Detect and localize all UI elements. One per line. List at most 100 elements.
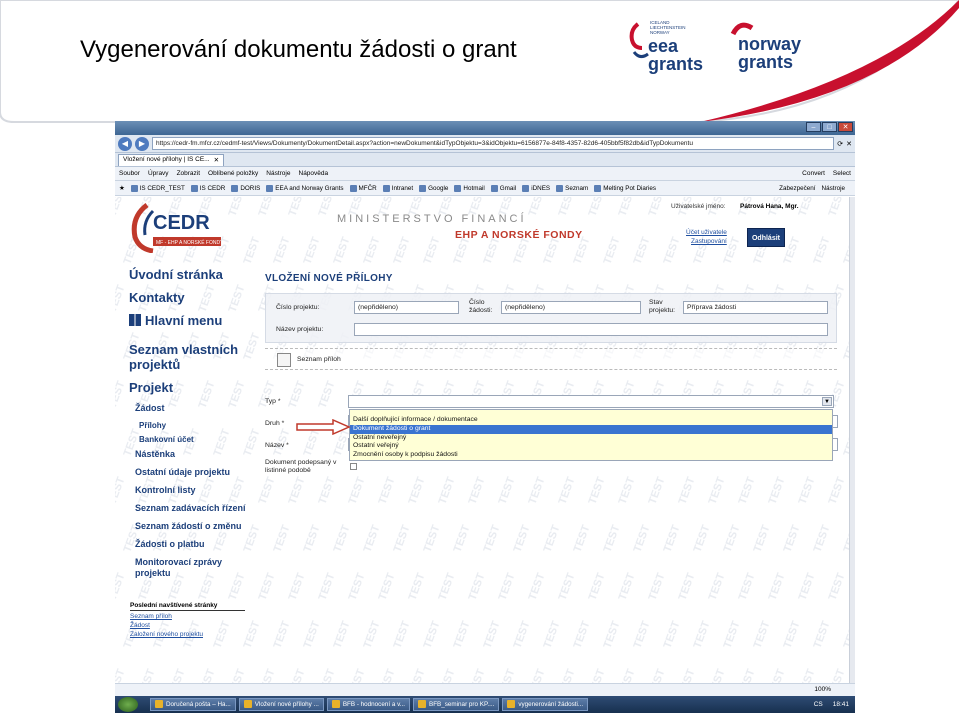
refresh-icon[interactable]: ⟳ bbox=[837, 140, 843, 148]
language-indicator[interactable]: CS bbox=[814, 701, 823, 708]
fav-star-icon[interactable]: ★ bbox=[119, 185, 125, 192]
last-visited: Poslední navštívené stránky Seznam přílo… bbox=[130, 602, 245, 639]
fav-link[interactable]: Gmail bbox=[490, 184, 516, 192]
menu-zobrazit[interactable]: Zobrazit bbox=[177, 170, 200, 177]
clock[interactable]: 18:41 bbox=[833, 701, 849, 708]
last-visited-link[interactable]: Žádost bbox=[130, 621, 245, 630]
fav-link[interactable]: EEA and Norway Grants bbox=[266, 184, 344, 192]
fav-link[interactable]: iDNES bbox=[522, 184, 550, 192]
security-menu[interactable]: Zabezpečení bbox=[779, 185, 815, 192]
menu-own-projects[interactable]: Seznam vlastních projektů bbox=[129, 342, 249, 372]
attachments-list-header[interactable]: Seznam příloh bbox=[265, 348, 837, 370]
convert-button[interactable]: Convert bbox=[802, 170, 825, 177]
system-tray: CS 18:41 bbox=[814, 701, 855, 708]
browser-tab-active[interactable]: Vložení nové přílohy | IS CE... ✕ bbox=[118, 154, 225, 166]
app-icon bbox=[418, 700, 427, 708]
cedr-sub: MF - EHP A NORSKÉ FONDY bbox=[156, 239, 224, 246]
menu-contacts[interactable]: Kontakty bbox=[129, 290, 249, 305]
norway-grants-word: grants bbox=[738, 52, 793, 72]
fav-link[interactable]: Intranet bbox=[382, 184, 413, 192]
menu-board[interactable]: Nástěnka bbox=[135, 449, 249, 460]
menu-home[interactable]: Úvodní stránka bbox=[129, 267, 249, 282]
page-icon bbox=[266, 184, 274, 192]
forward-icon[interactable]: ▶ bbox=[135, 136, 149, 151]
chevron-down-icon[interactable]: ▼ bbox=[822, 397, 832, 406]
menu-payment[interactable]: Žádosti o platbu bbox=[135, 539, 249, 550]
state-label: Stav projektu: bbox=[649, 299, 676, 314]
menu-monitoring[interactable]: Monitorovací zprávy projektu bbox=[135, 557, 225, 579]
menu-bar: Soubor Úpravy Zobrazit Oblíbené položky … bbox=[115, 167, 855, 181]
last-visited-link[interactable]: Založení nového projektu bbox=[130, 630, 245, 639]
start-button[interactable] bbox=[118, 697, 138, 712]
menu-tenders[interactable]: Seznam zadávacích řízení bbox=[135, 503, 249, 514]
taskbar: Doručená pošta – Ha... Vložení nové příl… bbox=[115, 696, 855, 713]
norway-grants-logo: norway grants bbox=[730, 22, 801, 72]
vertical-scrollbar[interactable] bbox=[849, 197, 855, 692]
taskbar-item[interactable]: vygenerování žádosti... bbox=[502, 698, 589, 711]
fav-link[interactable]: Hotmail bbox=[454, 184, 485, 192]
taskbar-item[interactable]: BFB - hodnocení a v... bbox=[326, 698, 411, 711]
menu-changes[interactable]: Seznam žádostí o změnu bbox=[135, 521, 249, 532]
ministry-title: MINISTERSTVO FINANCÍ bbox=[337, 213, 527, 225]
zoom-level[interactable]: 100% bbox=[814, 686, 831, 693]
dropdown-option[interactable]: Zmocnění osoby k podpisu žádosti bbox=[350, 451, 832, 460]
dropdown-option[interactable]: Dokument žádosti o grant bbox=[350, 424, 832, 434]
menu-project[interactable]: Projekt bbox=[129, 380, 249, 395]
menu-upravy[interactable]: Úpravy bbox=[148, 170, 169, 177]
cedr-logo: CEDR MF - EHP A NORSKÉ FONDY bbox=[131, 203, 224, 253]
fav-link[interactable]: IS CEDR bbox=[190, 184, 225, 192]
url-input[interactable]: https://cedr-fm.mfcr.cz/cedmf-test/Views… bbox=[152, 137, 835, 150]
dropdown-option[interactable]: Ostatní veřejný bbox=[350, 442, 832, 451]
last-visited-link[interactable]: Seznam příloh bbox=[130, 612, 245, 621]
tab-close-icon[interactable]: ✕ bbox=[214, 156, 219, 165]
ehp-title: EHP A NORSKÉ FONDY bbox=[455, 229, 583, 241]
menu-application[interactable]: Žádost bbox=[135, 403, 249, 414]
account-link[interactable]: Účet uživatele bbox=[686, 229, 727, 236]
menu-napoveda[interactable]: Nápověda bbox=[299, 170, 329, 177]
deputy-link[interactable]: Zastupování bbox=[691, 238, 727, 245]
maximize-button[interactable]: □ bbox=[822, 122, 837, 132]
page-icon bbox=[382, 184, 390, 192]
menu-control[interactable]: Kontrolní listy bbox=[135, 485, 249, 496]
type-dropdown-list: Další doplňující informace / dokumentace… bbox=[349, 409, 833, 461]
fav-link[interactable]: Google bbox=[419, 184, 448, 192]
kind-label: Druh * bbox=[265, 420, 285, 427]
dropdown-option[interactable]: Další doplňující informace / dokumentace bbox=[350, 416, 832, 425]
signed-checkbox[interactable] bbox=[350, 463, 357, 470]
list-icon bbox=[277, 353, 291, 367]
logout-button[interactable]: Odhlásit bbox=[747, 228, 785, 247]
page-icon bbox=[556, 184, 564, 192]
type-select[interactable]: ▼ bbox=[348, 395, 834, 408]
app-icon bbox=[331, 700, 340, 708]
dropdown-option[interactable]: Ostatní neveřejný bbox=[350, 434, 832, 443]
fav-link[interactable]: DORIS bbox=[231, 184, 260, 192]
tools-menu[interactable]: Nástroje bbox=[822, 185, 845, 192]
fav-link[interactable]: IS CEDR_TEST bbox=[130, 184, 185, 192]
menu-soubor[interactable]: Soubor bbox=[119, 170, 140, 177]
tab-title: Vložení nové přílohy | IS CE... bbox=[123, 156, 210, 163]
taskbar-item[interactable]: Doručená pošta – Ha... bbox=[150, 698, 236, 711]
fav-link[interactable]: MFČR bbox=[349, 184, 377, 192]
fav-link[interactable]: Melting Pot Diaries bbox=[594, 184, 656, 192]
taskbar-item[interactable]: Vložení nové přílohy ... bbox=[238, 698, 324, 711]
stop-icon[interactable]: ✕ bbox=[846, 140, 852, 148]
menu-main[interactable]: Hlavní menu bbox=[129, 313, 249, 328]
menu-bank[interactable]: Bankovní účet bbox=[139, 435, 249, 444]
minimize-button[interactable]: – bbox=[806, 122, 821, 132]
state-field: Příprava žádosti bbox=[683, 301, 828, 314]
taskbar-item[interactable]: BFB_seminar pro KP.... bbox=[413, 698, 500, 711]
app-icon bbox=[507, 700, 516, 708]
signed-label: Dokument podepsaný v listinné podobě bbox=[265, 459, 337, 474]
select-button[interactable]: Select bbox=[833, 170, 851, 177]
menu-other[interactable]: Ostatní údaje projektu bbox=[135, 467, 249, 478]
menu-attachments[interactable]: Přílohy bbox=[139, 421, 249, 430]
close-button[interactable]: ✕ bbox=[838, 122, 853, 132]
project-info-box: Číslo projektu: (nepřiděleno) Číslo žádo… bbox=[265, 293, 837, 343]
request-no-label: Číslo žádosti: bbox=[469, 299, 493, 314]
page-icon bbox=[190, 184, 198, 192]
back-icon[interactable]: ◀ bbox=[118, 136, 132, 151]
menu-oblibene[interactable]: Oblíbené položky bbox=[208, 170, 258, 177]
menu-nastroje[interactable]: Nástroje bbox=[266, 170, 290, 177]
fav-link[interactable]: Seznam bbox=[556, 184, 588, 192]
eea-line3: NORWAY bbox=[650, 30, 670, 35]
